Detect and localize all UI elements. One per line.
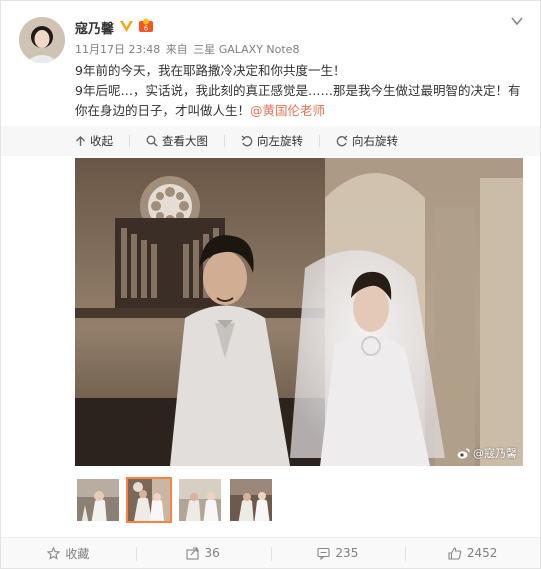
chevron-down-icon[interactable] (510, 15, 524, 27)
repost-count: 36 (204, 546, 220, 560)
repost-button[interactable]: 36 (135, 538, 271, 568)
repost-icon (186, 546, 200, 560)
rotate-left-label: 向左旋转 (257, 134, 303, 148)
source-device: 三星 GALAXY Note8 (193, 43, 300, 56)
thumbs-up-icon (448, 546, 462, 560)
thumbnail-strip (75, 477, 274, 523)
view-large-button[interactable]: 查看大图 (146, 133, 208, 149)
magnifier-icon (146, 135, 158, 147)
post-line-1: 9年前的今天，我在耶路撒冷决定和你共度一生！ (75, 63, 346, 78)
action-bar: 收藏 36 235 2452 (1, 537, 540, 568)
collapse-arrow-icon (76, 135, 85, 146)
favorite-label: 收藏 (65, 546, 90, 561)
source-prefix: 来自 (165, 43, 188, 56)
toolbar-divider (224, 135, 225, 147)
media-toolbar: 收起 查看大图 向左旋转 向右旋转 (1, 126, 540, 156)
post-line-2: 9年后呢…，实话说，我此刻的真正感觉是……那是我今生做过最明智的决定！有 (75, 83, 521, 98)
toolbar-divider (129, 135, 130, 147)
like-count: 2452 (466, 546, 498, 560)
rotate-left-button[interactable]: 向左旋转 (241, 133, 303, 149)
comment-button[interactable]: 235 (270, 538, 406, 568)
verified-v-icon (120, 21, 133, 32)
collapse-label: 收起 (90, 134, 113, 148)
post-line-3-text: 你在身边的日子，才叫做人生！ (75, 103, 251, 118)
post-time[interactable]: 11月17日 23:48 (75, 43, 160, 56)
like-button[interactable]: 2452 (405, 538, 540, 568)
thumbnail[interactable] (228, 477, 274, 523)
favorite-button[interactable]: 收藏 (1, 538, 136, 568)
watermark-text: @寇乃馨 (473, 447, 517, 460)
rotate-right-label: 向右旋转 (352, 134, 398, 148)
thumbnail-active[interactable] (126, 477, 172, 523)
avatar[interactable] (19, 17, 65, 63)
post-meta: 11月17日 23:48 来自 三星 GALAXY Note8 (75, 41, 301, 57)
watermark: @寇乃馨 (457, 445, 517, 461)
post-text: 9年前的今天，我在耶路撒冷决定和你共度一生！ 9年后呢…，实话说，我此刻的真正感… (75, 61, 531, 121)
toolbar-divider (319, 135, 320, 147)
svg-text:6: 6 (144, 25, 149, 33)
member-badge-icon[interactable]: 6 (138, 18, 154, 33)
star-icon (47, 546, 61, 560)
rotate-left-icon (241, 135, 253, 147)
user-name[interactable]: 寇乃馨 (75, 18, 114, 37)
thumbnail[interactable] (75, 477, 121, 523)
thumbnail[interactable] (177, 477, 223, 523)
rotate-right-button[interactable]: 向右旋转 (336, 133, 398, 149)
comment-count: 235 (335, 546, 359, 560)
rotate-right-icon (336, 135, 348, 147)
mention-link[interactable]: @黄国伦老师 (250, 103, 325, 118)
weibo-post-card: 寇乃馨 6 11月17日 23:48 来自 三星 GALAXY Note8 9年… (0, 0, 541, 569)
post-line-3: 你在身边的日子，才叫做人生！@黄国伦老师 (75, 101, 531, 121)
weibo-logo-icon (457, 447, 470, 459)
view-large-label: 查看大图 (162, 134, 208, 148)
comment-icon (317, 547, 330, 560)
wedding-photo[interactable]: @寇乃馨 (75, 158, 523, 466)
collapse-button[interactable]: 收起 (75, 133, 113, 149)
